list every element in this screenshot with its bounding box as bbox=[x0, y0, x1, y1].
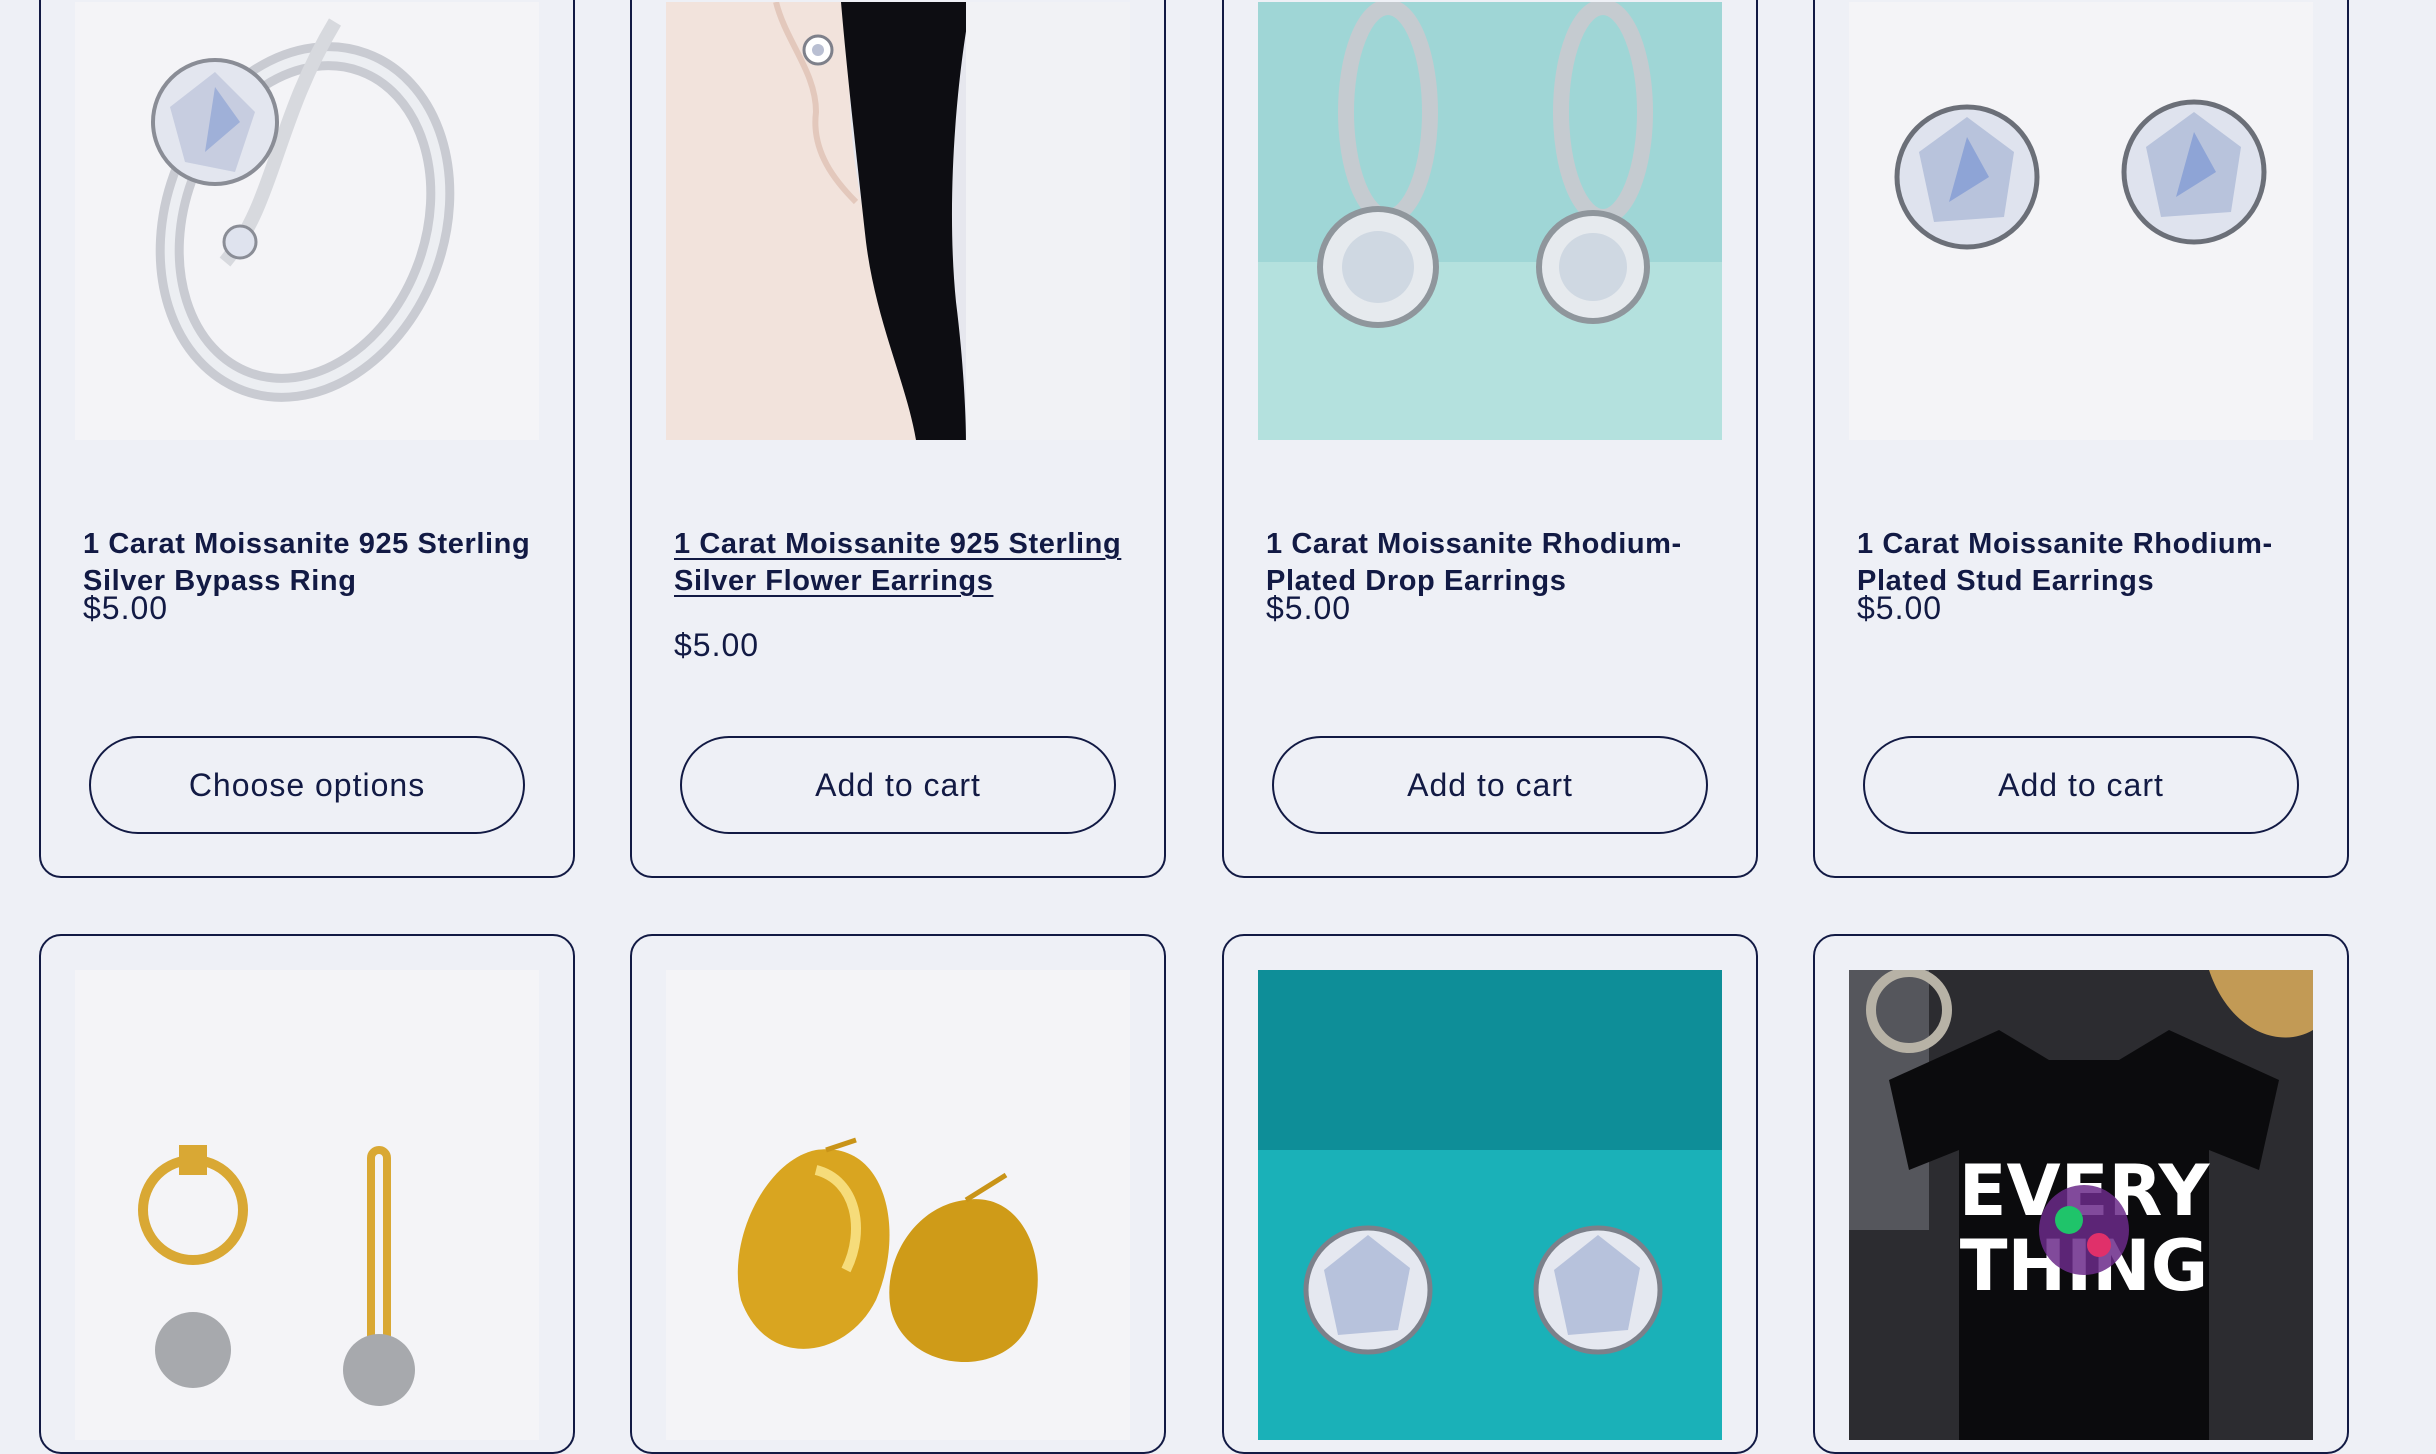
flower-earring-model-image bbox=[666, 2, 1130, 440]
product-image[interactable] bbox=[1258, 970, 1722, 1440]
product-title[interactable]: 1 Carat Moissanite Rhodium-Plated Stud E… bbox=[1857, 526, 2307, 600]
product-card[interactable] bbox=[1222, 934, 1758, 1454]
stud-earrings-image bbox=[1849, 2, 2313, 440]
product-image[interactable] bbox=[1849, 2, 2313, 440]
product-image[interactable]: EVERY THING bbox=[1849, 970, 2313, 1440]
product-image[interactable] bbox=[75, 970, 539, 1440]
product-image[interactable] bbox=[666, 2, 1130, 440]
drop-earrings-image bbox=[1258, 2, 1722, 440]
product-price: $5.00 bbox=[83, 590, 169, 626]
product-card[interactable] bbox=[39, 934, 575, 1454]
bypass-ring-image bbox=[75, 2, 539, 440]
product-title-text[interactable]: 1 Carat Moissanite 925 Sterling Silver F… bbox=[674, 528, 1121, 597]
product-card[interactable]: 1 Carat Moissanite 925 Sterling Silver B… bbox=[39, 0, 575, 878]
product-price: $5.00 bbox=[1857, 590, 1943, 626]
product-price: $5.00 bbox=[1266, 590, 1352, 626]
product-title-link[interactable]: 1 Carat Moissanite 925 Sterling Silver F… bbox=[674, 526, 1124, 600]
moissanite-studs-teal-image bbox=[1258, 970, 1722, 1440]
product-image[interactable] bbox=[1258, 2, 1722, 440]
product-card[interactable]: 1 Carat Moissanite Rhodium-Plated Stud E… bbox=[1813, 0, 2349, 878]
product-price: $5.00 bbox=[674, 627, 760, 663]
product-card[interactable]: 1 Carat Moissanite Rhodium-Plated Drop E… bbox=[1222, 0, 1758, 878]
gold-hoop-pearl-earrings-image bbox=[75, 970, 539, 1440]
every-thing-tshirt-image: EVERY THING bbox=[1849, 970, 2313, 1440]
add-to-cart-button[interactable]: Add to cart bbox=[1272, 736, 1708, 834]
product-image[interactable] bbox=[75, 2, 539, 440]
product-title[interactable]: 1 Carat Moissanite Rhodium-Plated Drop E… bbox=[1266, 526, 1716, 600]
choose-options-button[interactable]: Choose options bbox=[89, 736, 525, 834]
add-to-cart-button[interactable]: Add to cart bbox=[680, 736, 1116, 834]
product-image[interactable] bbox=[666, 970, 1130, 1440]
add-to-cart-button[interactable]: Add to cart bbox=[1863, 736, 2299, 834]
product-card[interactable]: EVERY THING bbox=[1813, 934, 2349, 1454]
product-title[interactable]: 1 Carat Moissanite 925 Sterling Silver B… bbox=[83, 526, 533, 600]
gold-dome-earrings-image bbox=[666, 970, 1130, 1440]
product-card[interactable]: 1 Carat Moissanite 925 Sterling Silver F… bbox=[630, 0, 1166, 878]
product-card[interactable] bbox=[630, 934, 1166, 1454]
